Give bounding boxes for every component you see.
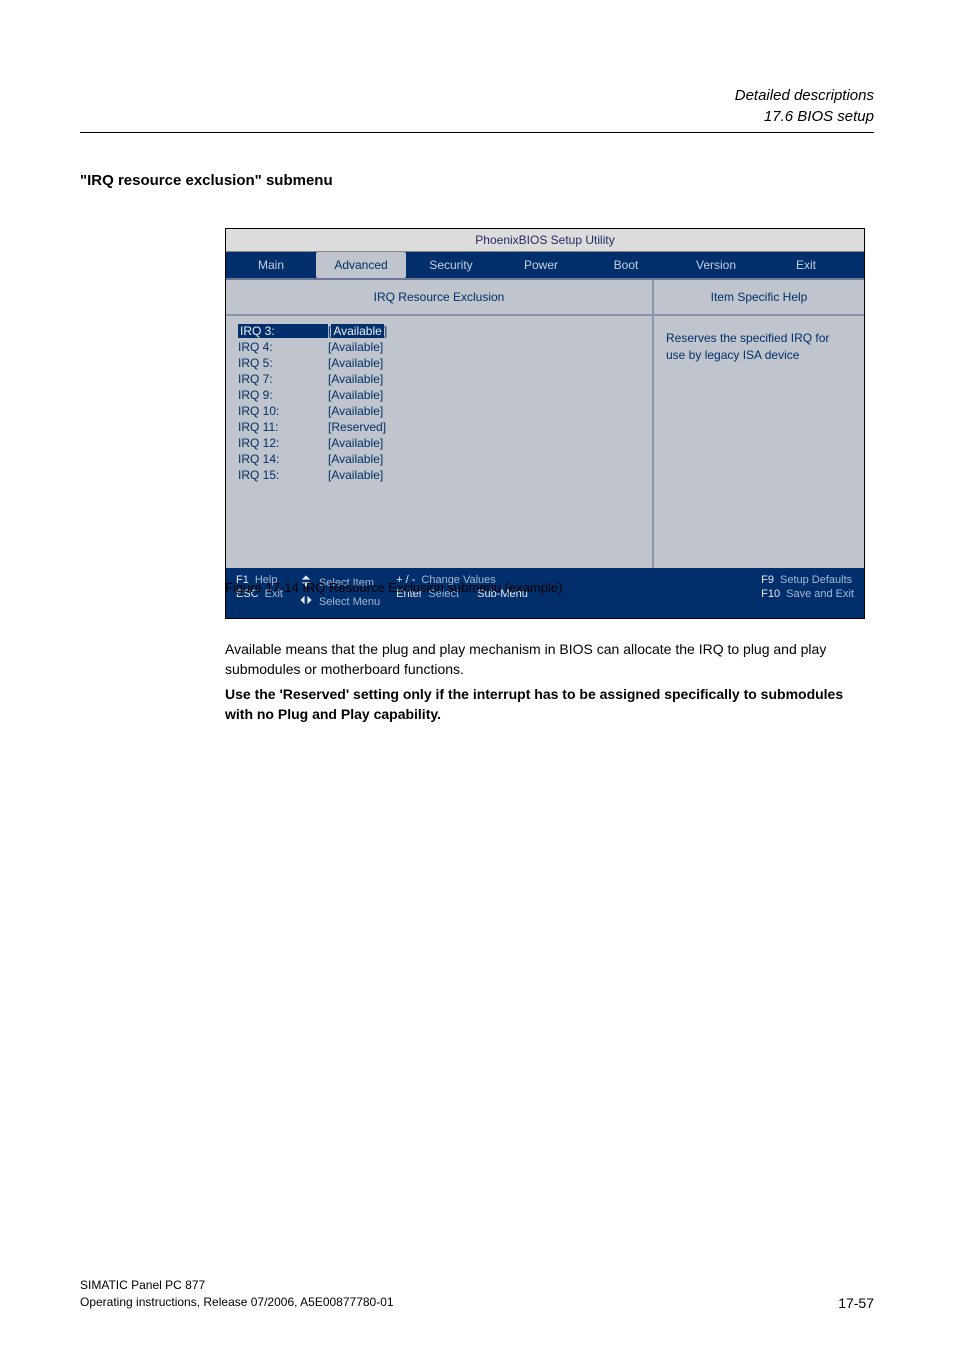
footer-line1: SIMATIC Panel PC 877 [80, 1277, 394, 1294]
body-bold-paragraph: Use the 'Reserved' setting only if the i… [225, 685, 874, 724]
irq-row[interactable]: IRQ 4:[Available] [238, 340, 640, 354]
irq-row[interactable]: IRQ 11:[Reserved] [238, 420, 640, 434]
key-f9: F9 [761, 574, 774, 586]
page-number: 17-57 [838, 1295, 874, 1311]
irq-label: IRQ 4: [238, 340, 328, 354]
tab-version[interactable]: Version [666, 252, 766, 278]
footer-line2: Operating instructions, Release 07/2006,… [80, 1294, 394, 1311]
irq-label: IRQ 9: [238, 388, 328, 402]
bios-right-panel: Item Specific Help Reserves the specifie… [654, 280, 864, 568]
tab-exit[interactable]: Exit [766, 252, 846, 278]
arrow-leftright-icon [299, 593, 313, 610]
irq-row[interactable]: IRQ 5:[Available] [238, 356, 640, 370]
page-header: Detailed descriptions 17.6 BIOS setup [735, 85, 874, 127]
irq-label: IRQ 15: [238, 468, 328, 482]
key-f10: F10 [761, 588, 780, 600]
header-line1: Detailed descriptions [735, 85, 874, 106]
irq-value[interactable]: [Available] [328, 388, 383, 402]
irq-value[interactable]: [Available] [328, 404, 383, 418]
irq-label: IRQ 14: [238, 452, 328, 466]
bios-right-header: Item Specific Help [654, 280, 864, 316]
header-rule [80, 132, 874, 133]
irq-row[interactable]: IRQ 10:[Available] [238, 404, 640, 418]
irq-value[interactable]: [Available] [328, 340, 383, 354]
irq-row[interactable]: IRQ 15:[Available] [238, 468, 640, 482]
header-line2: 17.6 BIOS setup [735, 106, 874, 127]
irq-row[interactable]: IRQ 7:[Available] [238, 372, 640, 386]
tab-advanced[interactable]: Advanced [316, 252, 406, 278]
bios-help-text: Reserves the specified IRQ for use by le… [654, 316, 864, 568]
irq-value[interactable]: [Available] [328, 452, 383, 466]
bios-window: PhoenixBIOS Setup Utility Main Advanced … [225, 228, 865, 619]
bios-left-header: IRQ Resource Exclusion [226, 280, 652, 316]
irq-value[interactable]: [Available] [328, 468, 383, 482]
label-select-menu: Select Menu [319, 596, 380, 608]
irq-value[interactable]: [Available] [328, 436, 383, 450]
bios-title-bar: PhoenixBIOS Setup Utility [226, 229, 864, 252]
bios-body: IRQ Resource Exclusion IRQ 3:[Available]… [226, 278, 864, 568]
irq-row[interactable]: IRQ 12:[Available] [238, 436, 640, 450]
irq-label: IRQ 3: [238, 324, 328, 338]
body-paragraph: Available means that the plug and play m… [225, 640, 874, 679]
irq-label: IRQ 11: [238, 420, 328, 434]
irq-value[interactable]: [Available] [328, 356, 383, 370]
irq-value[interactable]: [Available] [328, 372, 383, 386]
tab-main[interactable]: Main [226, 252, 316, 278]
section-title: "IRQ resource exclusion" submenu [80, 172, 333, 189]
bios-footer-col-4: F9 Setup Defaults F10 Save and Exit [761, 574, 854, 610]
label-setup-defaults: Setup Defaults [780, 574, 852, 586]
tab-security[interactable]: Security [406, 252, 496, 278]
irq-row[interactable]: IRQ 9:[Available] [238, 388, 640, 402]
irq-label: IRQ 10: [238, 404, 328, 418]
irq-row[interactable]: IRQ 3:[Available] [238, 324, 640, 338]
tab-power[interactable]: Power [496, 252, 586, 278]
irq-row[interactable]: IRQ 14:[Available] [238, 452, 640, 466]
page-footer-left: SIMATIC Panel PC 877 Operating instructi… [80, 1277, 394, 1311]
tab-boot[interactable]: Boot [586, 252, 666, 278]
bios-irq-list: IRQ 3:[Available]IRQ 4:[Available]IRQ 5:… [226, 316, 652, 568]
irq-value[interactable]: [Available] [328, 324, 387, 338]
irq-label: IRQ 7: [238, 372, 328, 386]
bios-tabs: Main Advanced Security Power Boot Versio… [226, 252, 864, 278]
label-save-and-exit: Save and Exit [786, 588, 854, 600]
irq-value[interactable]: [Reserved] [328, 420, 386, 434]
irq-label: IRQ 12: [238, 436, 328, 450]
irq-label: IRQ 5: [238, 356, 328, 370]
bios-left-panel: IRQ Resource Exclusion IRQ 3:[Available]… [226, 280, 654, 568]
figure-caption: Figure 17-14 IRQ Resource Exclusion subm… [225, 580, 562, 595]
